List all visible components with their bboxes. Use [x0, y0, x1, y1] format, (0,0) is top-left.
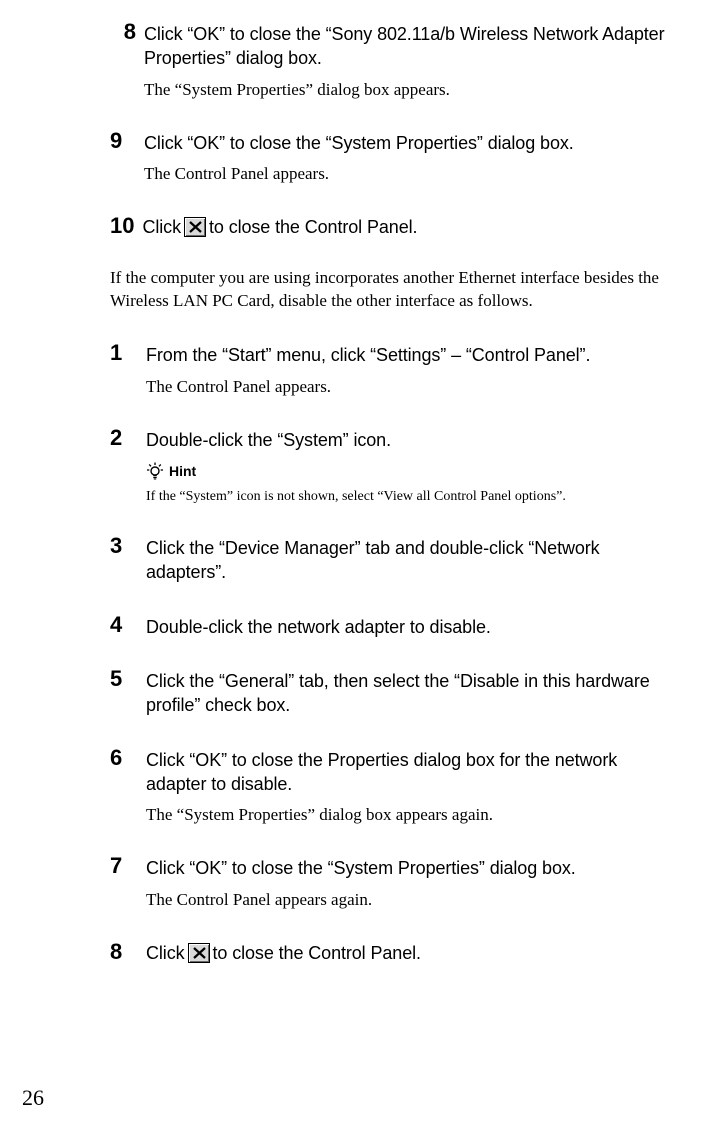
step-3: 3 Click the “Device Manager” tab and dou…: [110, 534, 665, 585]
hint-block: Hint If the “System” icon is not shown, …: [146, 462, 665, 506]
step-content: Click “OK” to close the “System Properti…: [144, 129, 665, 185]
step-content: Click the “General” tab, then select the…: [146, 667, 665, 718]
step-number: 8: [110, 20, 144, 101]
step-main-text: From the “Start” menu, click “Settings” …: [146, 343, 665, 367]
step-1: 1 From the “Start” menu, click “Settings…: [110, 341, 665, 397]
page-number: 26: [22, 1085, 44, 1111]
step-sub-text: The “System Properties” dialog box appea…: [146, 804, 665, 826]
step-number: 3: [110, 534, 146, 585]
step-main-text: Click “OK” to close the “System Properti…: [144, 131, 665, 155]
step-number: 5: [110, 667, 146, 718]
step-2: 2 Double-click the “System” icon.: [110, 426, 665, 506]
step-main-text: Click “OK” to close the “System Properti…: [146, 856, 665, 880]
step-content: Click to close the Control Panel.: [146, 939, 665, 965]
step-5: 5 Click the “General” tab, then select t…: [110, 667, 665, 718]
step-4: 4 Double-click the network adapter to di…: [110, 613, 665, 639]
step-main-text: Click the “General” tab, then select the…: [146, 669, 665, 718]
close-icon: [188, 943, 210, 963]
intermediate-paragraph: If the computer you are using incorporat…: [110, 267, 665, 313]
step-sub-text: The Control Panel appears again.: [146, 889, 665, 911]
step-10: 10 Click to close the Control Panel.: [110, 213, 665, 239]
step-number: 2: [110, 426, 146, 506]
step-number: 8: [110, 940, 146, 964]
close-icon: [184, 217, 206, 237]
step-text-before: Click: [146, 941, 185, 965]
step-number: 9: [110, 129, 144, 185]
step-8b: 8 Click to close the Control Panel.: [110, 939, 665, 965]
step-number: 7: [110, 854, 146, 910]
step-text-before: Click: [142, 215, 181, 239]
step-content: Double-click the “System” icon.: [146, 426, 665, 506]
step-number: 4: [110, 613, 146, 639]
step-sub-text: The Control Panel appears.: [144, 163, 665, 185]
step-content: Click the “Device Manager” tab and doubl…: [146, 534, 665, 585]
step-main-text: Click to close the Control Panel.: [146, 941, 665, 965]
step-number: 6: [110, 746, 146, 827]
first-step-list: 8 Click “OK” to close the “Sony 802.11a/…: [110, 20, 665, 239]
step-main-text: Click to close the Control Panel.: [142, 215, 665, 239]
step-content: Click “OK” to close the Properties dialo…: [146, 746, 665, 827]
hint-text: If the “System” icon is not shown, selec…: [146, 488, 665, 506]
step-main-text: Click the “Device Manager” tab and doubl…: [146, 536, 665, 585]
step-content: Double-click the network adapter to disa…: [146, 613, 665, 639]
hint-header: Hint: [146, 462, 665, 480]
step-main-text: Click “OK” to close the “Sony 802.11a/b …: [144, 22, 665, 71]
second-step-list: 1 From the “Start” menu, click “Settings…: [110, 341, 665, 965]
step-text-after: to close the Control Panel.: [209, 215, 417, 239]
step-7: 7 Click “OK” to close the “System Proper…: [110, 854, 665, 910]
step-8: 8 Click “OK” to close the “Sony 802.11a/…: [110, 20, 665, 101]
step-number: 1: [110, 341, 146, 397]
step-number: 10: [110, 214, 142, 238]
step-sub-text: The Control Panel appears.: [146, 376, 665, 398]
step-content: Click “OK” to close the “Sony 802.11a/b …: [144, 20, 665, 101]
step-sub-text: The “System Properties” dialog box appea…: [144, 79, 665, 101]
step-content: Click “OK” to close the “System Properti…: [146, 854, 665, 910]
step-6: 6 Click “OK” to close the Properties dia…: [110, 746, 665, 827]
hint-label: Hint: [169, 463, 196, 479]
step-9: 9 Click “OK” to close the “System Proper…: [110, 129, 665, 185]
step-main-text: Double-click the “System” icon.: [146, 428, 665, 452]
step-main-text: Click “OK” to close the Properties dialo…: [146, 748, 665, 797]
lightbulb-icon: [146, 462, 164, 480]
step-content: Click to close the Control Panel.: [142, 213, 665, 239]
step-main-text: Double-click the network adapter to disa…: [146, 615, 665, 639]
step-content: From the “Start” menu, click “Settings” …: [146, 341, 665, 397]
step-text-after: to close the Control Panel.: [213, 941, 421, 965]
